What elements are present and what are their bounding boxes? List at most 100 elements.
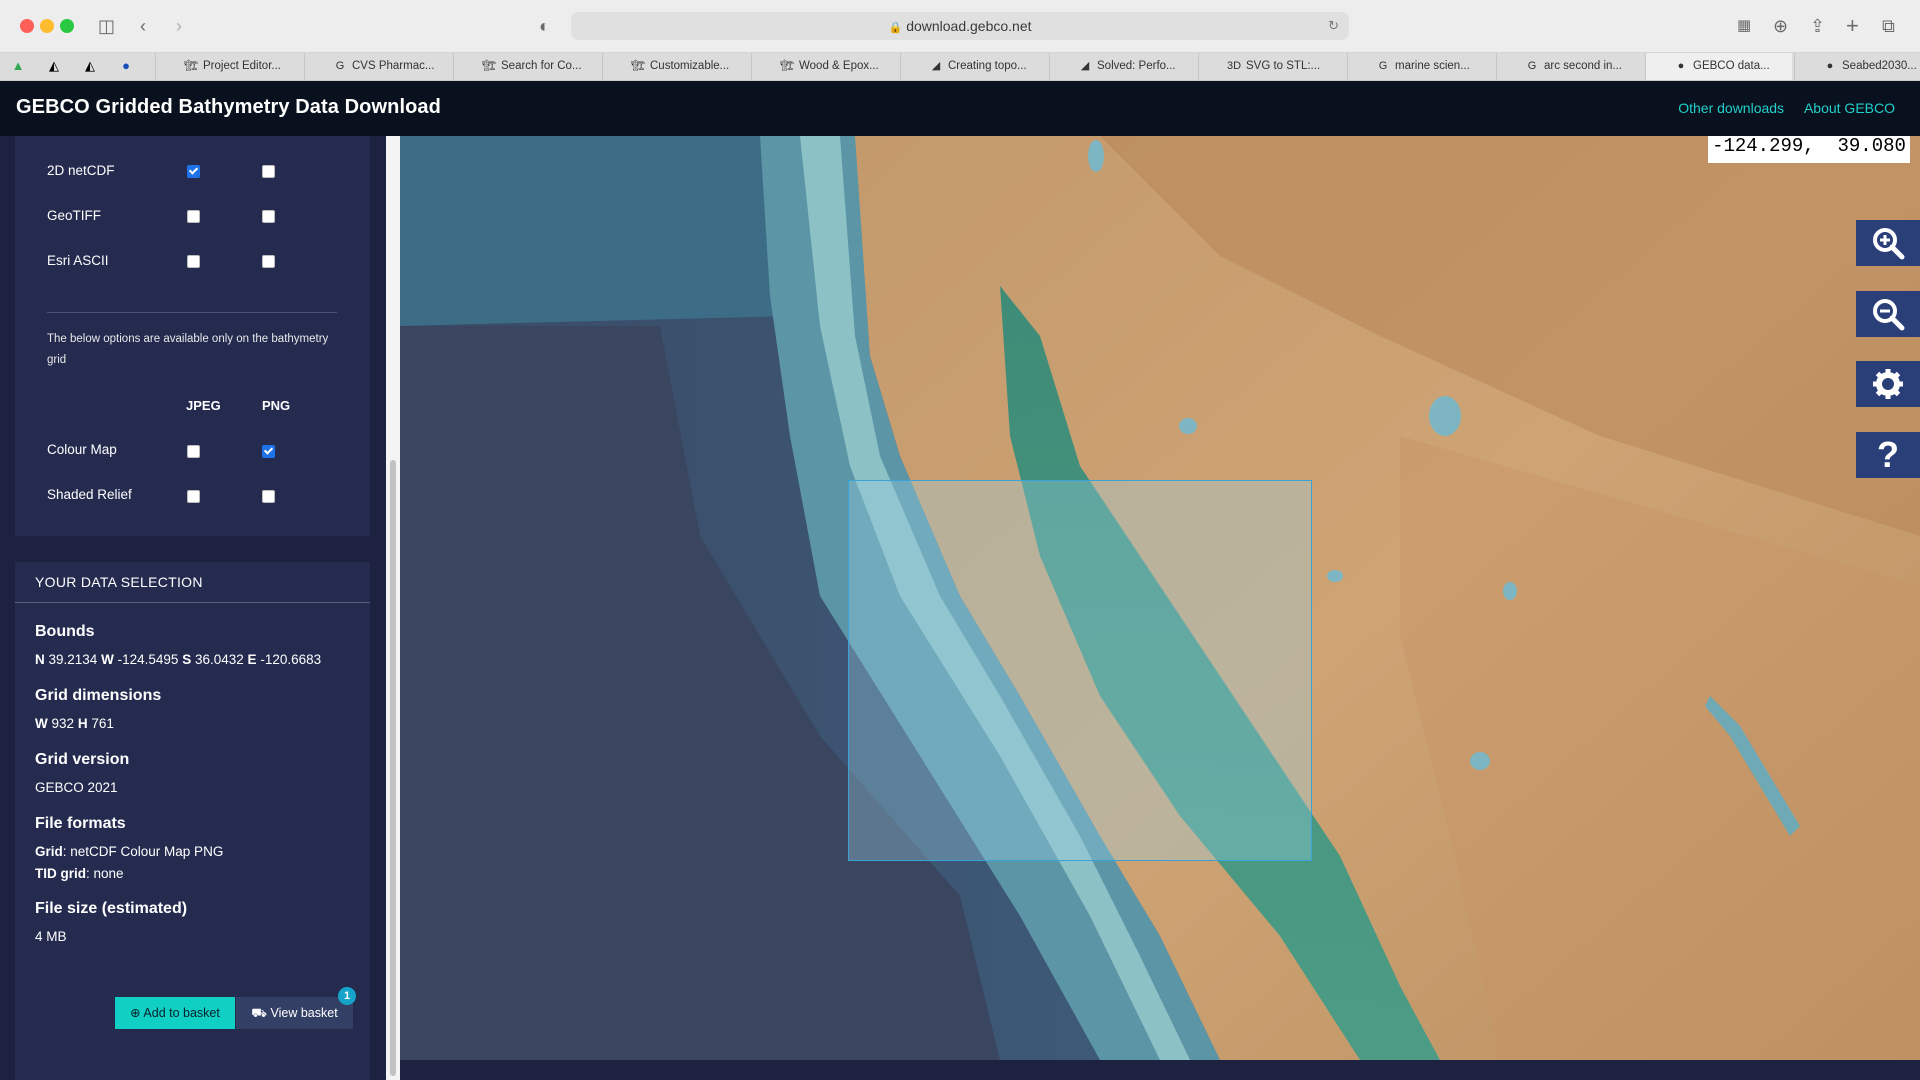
page-title: GEBCO Gridded Bathymetry Data Download xyxy=(16,96,441,118)
browser-tab[interactable]: 🏗 Project Editor... xyxy=(155,53,302,80)
zoom-out-button[interactable] xyxy=(1856,291,1920,337)
add-to-basket-button[interactable]: ⊕ Add to basket xyxy=(115,997,235,1029)
data-selection-title: YOUR DATA SELECTION xyxy=(35,574,203,590)
tab-label: Solved: Perfo... xyxy=(1097,60,1176,72)
browser-toolbar: ◫ ‹ › ◐ 🔒 download.gebco.net ↻ ▦ ⊕ ⇪ + ⧉ xyxy=(0,0,1920,53)
tab-bar: ▲ ◭ ◭ ● 🏗 Project Editor... G CVS Pharmac..… xyxy=(0,53,1920,81)
tab-favicon-icon: G xyxy=(1378,60,1388,72)
browser-tab[interactable]: ● Seabed2030... xyxy=(1794,53,1920,80)
esri-grid-checkbox[interactable] xyxy=(187,255,200,268)
close-window-button[interactable] xyxy=(20,19,34,33)
nav-other-downloads[interactable]: Other downloads xyxy=(1678,100,1784,116)
zoom-in-icon xyxy=(1873,228,1905,260)
geotiff-tid-checkbox[interactable] xyxy=(262,210,275,223)
tab-favicon-icon: 🏗 xyxy=(184,60,198,72)
grid-version-heading: Grid version xyxy=(35,751,130,768)
browser-tab[interactable]: ◢ Creating topo... xyxy=(900,53,1047,80)
divider xyxy=(47,312,337,313)
browser-tab[interactable]: Gmarine scien... xyxy=(1347,53,1494,80)
pinned-drive-icon[interactable]: ▲ xyxy=(10,58,26,74)
gear-icon xyxy=(1873,369,1903,399)
site-nav: Other downloads About GEBCO xyxy=(1662,100,1895,116)
selection-rectangle[interactable] xyxy=(848,480,1312,861)
help-button[interactable]: ? xyxy=(1856,432,1920,478)
tab-favicon-icon: G xyxy=(335,60,345,72)
netcdf-tid-checkbox[interactable] xyxy=(262,165,275,178)
browser-tab[interactable]: ◢ Solved: Perfo... xyxy=(1049,53,1196,80)
shaded-relief-png-checkbox[interactable] xyxy=(262,490,275,503)
bounds-north: 39.2134 xyxy=(48,652,98,667)
back-arrow-icon[interactable]: ‹ xyxy=(140,14,146,38)
netcdf-grid-checkbox[interactable] xyxy=(187,165,200,178)
tab-label: GEBCO data... xyxy=(1693,60,1770,72)
colour-map-jpeg-checkbox[interactable] xyxy=(187,445,200,458)
tab-label: arc second in... xyxy=(1544,60,1622,72)
browser-tab[interactable]: 3D SVG to STL:... xyxy=(1198,53,1345,80)
tab-favicon-icon: 🏗 xyxy=(482,60,496,72)
new-tab-icon[interactable]: + xyxy=(1846,14,1859,38)
shield-icon[interactable]: ◐ xyxy=(539,14,550,38)
bounds-east: -120.6683 xyxy=(260,652,322,667)
tab-label: Customizable... xyxy=(650,60,730,72)
url-text: download.gebco.net xyxy=(906,18,1032,34)
tid-formats-label: TID grid xyxy=(35,866,86,881)
browser-tab[interactable]: ● GEBCO data... xyxy=(1645,53,1792,80)
minimize-window-button[interactable] xyxy=(40,19,54,33)
browser-tab[interactable]: 🏗 Wood & Epox... xyxy=(751,53,898,80)
downloads-icon[interactable]: ⊕ xyxy=(1773,14,1788,38)
reload-icon[interactable]: ↻ xyxy=(1328,12,1339,40)
fullscreen-window-button[interactable] xyxy=(60,19,74,33)
format-label-2d-netcdf: 2D netCDF xyxy=(47,163,115,178)
esri-tid-checkbox[interactable] xyxy=(262,255,275,268)
format-label-colour-map: Colour Map xyxy=(47,442,117,457)
colour-map-png-checkbox[interactable] xyxy=(262,445,275,458)
tab-favicon-icon: 🏗 xyxy=(631,60,645,72)
tab-overview-icon[interactable]: ⧉ xyxy=(1882,14,1895,38)
bathymetry-only-note: The below options are available only on … xyxy=(47,333,329,366)
geotiff-grid-checkbox[interactable] xyxy=(187,210,200,223)
sidebar-toggle-icon[interactable]: ◫ xyxy=(98,14,115,38)
tab-favicon-icon: 🏗 xyxy=(780,60,794,72)
tab-label: CVS Pharmac... xyxy=(352,60,435,72)
extension-icon[interactable]: ▦ xyxy=(1737,14,1751,38)
grid-formats-text: : netCDF Colour Map PNG xyxy=(62,844,224,859)
address-bar[interactable]: 🔒 download.gebco.net ↻ xyxy=(571,12,1349,40)
grid-formats-value: Grid: netCDF Colour Map PNG xyxy=(35,844,223,859)
grid-width: 932 xyxy=(51,716,75,731)
basket-icon: ⛟ xyxy=(251,1006,268,1020)
forward-arrow-icon[interactable]: › xyxy=(176,14,182,38)
pinned-tab-icon[interactable]: ◭ xyxy=(82,58,98,74)
shaded-relief-jpeg-checkbox[interactable] xyxy=(187,490,200,503)
browser-tab[interactable]: 🏗 Search for Co... xyxy=(453,53,600,80)
map-footer-bar xyxy=(400,1060,1920,1080)
tab-favicon-icon: 3D xyxy=(1227,60,1242,72)
tid-formats-value: TID grid: none xyxy=(35,866,124,881)
settings-button[interactable] xyxy=(1856,361,1920,407)
bounds-heading: Bounds xyxy=(35,623,95,640)
browser-tab[interactable]: G CVS Pharmac... xyxy=(304,53,451,80)
tab-label: marine scien... xyxy=(1395,60,1470,72)
format-label-shaded-relief: Shaded Relief xyxy=(47,487,132,502)
share-icon[interactable]: ⇪ xyxy=(1810,14,1825,38)
map-view[interactable]: -124.299, 39.080 ? xyxy=(400,136,1920,1060)
tab-label: Creating topo... xyxy=(948,60,1027,72)
browser-tab[interactable]: 🏗 Customizable... xyxy=(602,53,749,80)
site-header: GEBCO Gridded Bathymetry Data Download O… xyxy=(0,81,1920,136)
grid-formats-label: Grid xyxy=(35,844,63,859)
grid-height: 761 xyxy=(91,716,114,731)
basket-count-badge: 1 xyxy=(338,987,356,1005)
browser-tab[interactable]: Garc second in... xyxy=(1496,53,1643,80)
tid-formats-text: : none xyxy=(86,866,124,881)
sidebar-scroll-thumb[interactable] xyxy=(390,460,396,1076)
pinned-tab-icon[interactable]: ◭ xyxy=(46,58,62,74)
zoom-in-button[interactable] xyxy=(1856,220,1920,266)
add-to-basket-label: Add to basket xyxy=(143,1006,220,1020)
file-size-heading: File size (estimated) xyxy=(35,900,188,917)
png-column-header: PNG xyxy=(262,398,291,413)
grid-version-value: GEBCO 2021 xyxy=(35,780,118,795)
nav-about-gebco[interactable]: About GEBCO xyxy=(1804,100,1895,116)
bounds-south: 36.0432 xyxy=(194,652,244,667)
pinned-noaa-icon[interactable]: ● xyxy=(118,58,134,74)
jpeg-column-header: JPEG xyxy=(186,398,221,413)
view-basket-button[interactable]: ⛟ View basket xyxy=(236,997,353,1029)
